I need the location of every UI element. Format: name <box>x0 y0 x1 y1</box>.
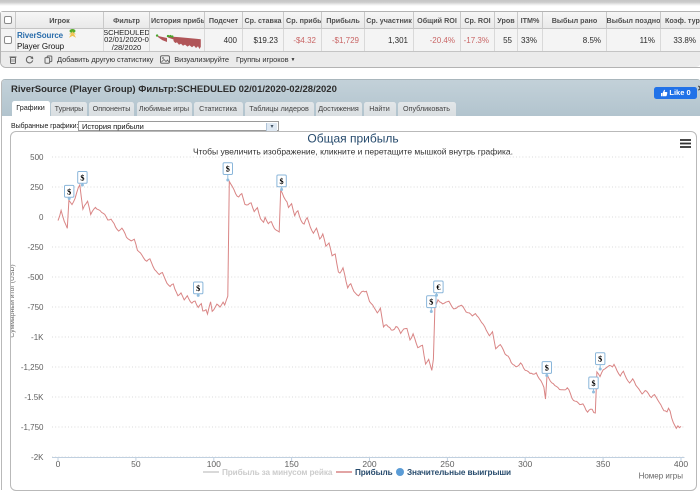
svg-text:$: $ <box>598 355 602 364</box>
svg-text:0: 0 <box>56 459 61 469</box>
svg-text:-500: -500 <box>27 273 44 282</box>
svg-text:Значительные выигрыши: Значительные выигрыши <box>407 468 511 477</box>
svg-text:$: $ <box>196 284 200 293</box>
svg-text:-250: -250 <box>27 243 44 252</box>
svg-text:Прибыль за минусом рейка: Прибыль за минусом рейка <box>222 467 333 477</box>
svg-text:-750: -750 <box>27 303 44 312</box>
svg-text:-2K: -2K <box>31 453 44 462</box>
svg-text:100: 100 <box>207 459 221 469</box>
svg-text:-1,250: -1,250 <box>21 363 44 372</box>
svg-text:Чтобы увеличить изображение, к: Чтобы увеличить изображение, кликните и … <box>193 147 513 157</box>
svg-text:$: $ <box>545 364 549 373</box>
svg-text:Номер игры: Номер игры <box>639 472 684 481</box>
svg-text:-1,750: -1,750 <box>21 423 44 432</box>
svg-text:250: 250 <box>30 183 44 192</box>
svg-text:$: $ <box>67 187 71 196</box>
svg-text:Общая прибыль: Общая прибыль <box>307 132 398 146</box>
svg-text:€: € <box>436 283 440 292</box>
svg-text:$: $ <box>429 298 433 307</box>
svg-text:50: 50 <box>131 459 141 469</box>
svg-text:300: 300 <box>518 459 532 469</box>
svg-text:500: 500 <box>30 153 44 162</box>
svg-text:$: $ <box>80 173 84 182</box>
svg-text:400: 400 <box>674 459 688 469</box>
svg-text:350: 350 <box>596 459 610 469</box>
svg-text:-1.5K: -1.5K <box>24 393 44 402</box>
svg-text:-1K: -1K <box>31 333 44 342</box>
svg-text:Суммарный итог (USD): Суммарный итог (USD) <box>11 264 16 337</box>
svg-text:$: $ <box>226 165 230 174</box>
svg-text:$: $ <box>591 379 595 388</box>
svg-text:Прибыль: Прибыль <box>355 467 393 477</box>
svg-text:0: 0 <box>39 213 44 222</box>
svg-text:$: $ <box>280 177 284 186</box>
